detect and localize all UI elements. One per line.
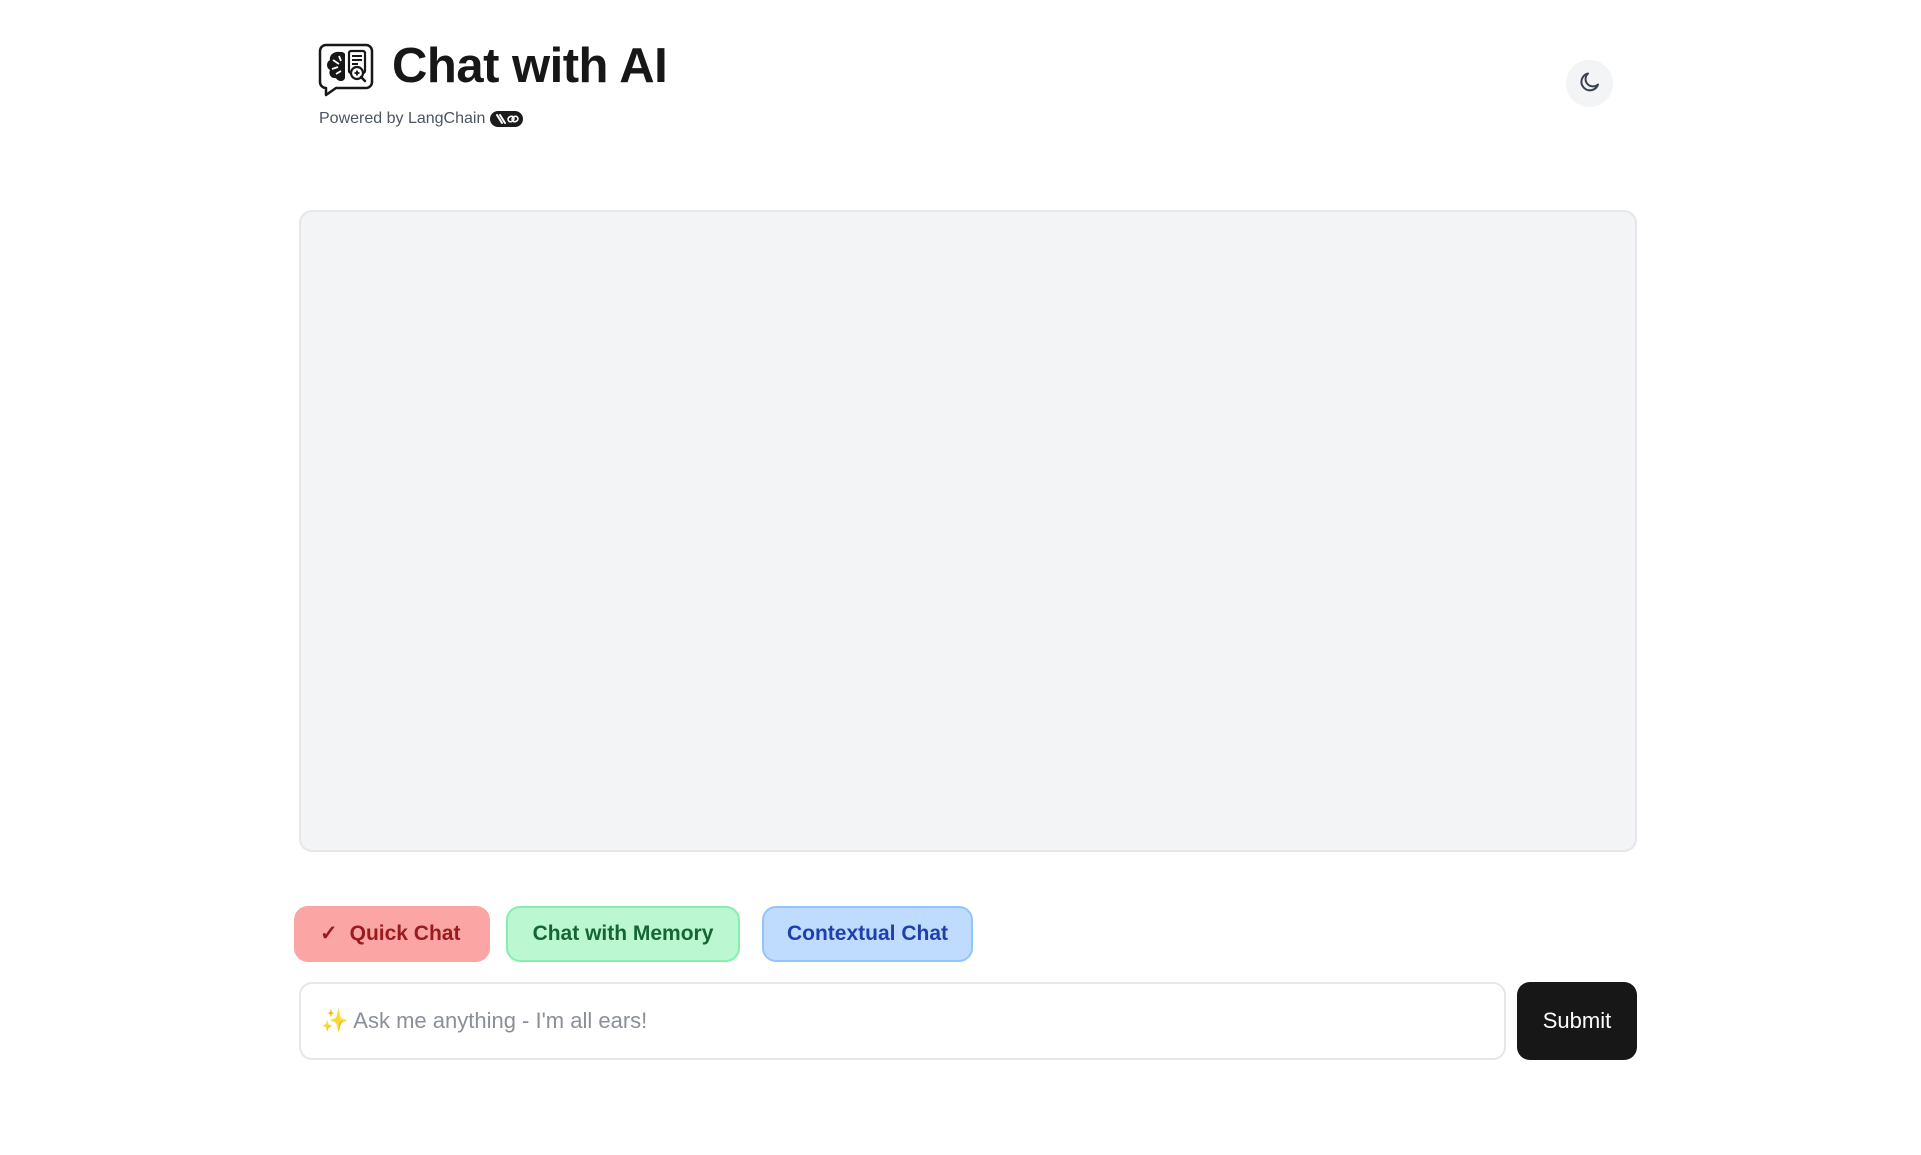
brain-chat-icon [318, 42, 374, 98]
chat-message-input[interactable] [299, 982, 1506, 1060]
langchain-parrot-link-icon [490, 111, 524, 127]
chat-input-form: Submit [299, 982, 1637, 1060]
quick-chat-mode-button[interactable]: ✓ Quick Chat [294, 906, 490, 962]
powered-by: Powered by LangChain [319, 109, 524, 129]
quick-chat-label: Quick Chat [349, 922, 461, 945]
chat-with-memory-label: Chat with Memory [532, 922, 714, 945]
submit-button[interactable]: Submit [1517, 982, 1637, 1060]
moon-icon [1578, 70, 1602, 97]
contextual-chat-label: Contextual Chat [786, 922, 948, 945]
page-title: Chat with AI [392, 39, 668, 93]
chat-with-memory-mode-button[interactable]: Chat with Memory [506, 906, 740, 962]
chat-mode-selector: ✓ Quick Chat Chat with Memory Contextual… [294, 906, 973, 962]
theme-toggle-button[interactable] [1566, 60, 1613, 107]
app-header: Chat with AI Powered by LangChain [318, 36, 1614, 136]
powered-by-text: Powered by LangChain [319, 110, 486, 127]
contextual-chat-mode-button[interactable]: Contextual Chat [762, 906, 973, 962]
chat-messages-area[interactable] [299, 210, 1637, 852]
page: Chat with AI Powered by LangChain ✓ Quic… [0, 0, 1921, 1155]
check-icon: ✓ [320, 922, 338, 945]
